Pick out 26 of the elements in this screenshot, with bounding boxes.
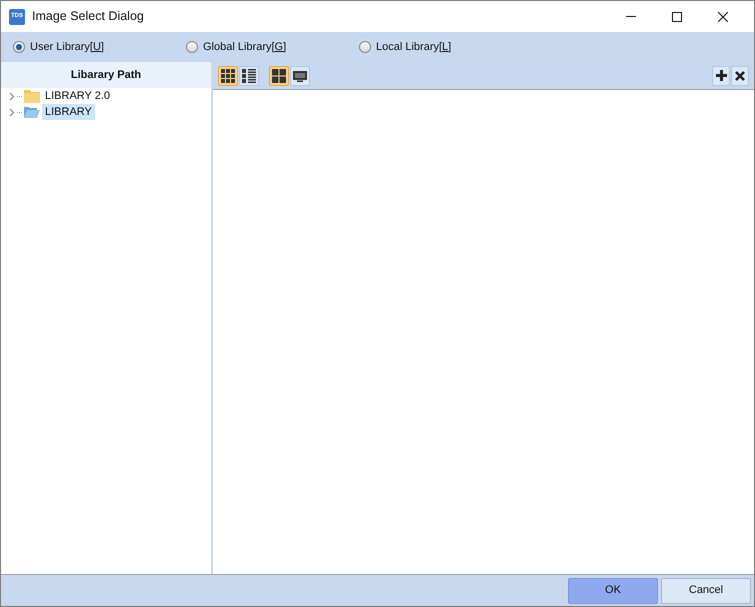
tiles-icon [272,68,286,82]
close-icon [718,12,728,22]
maximize-icon [672,12,682,22]
library-radio[interactable]: Local Library[L] [359,38,532,56]
tree-item[interactable]: LIBRARY [42,104,95,120]
folder-icon [24,105,40,119]
list-icon [242,68,256,82]
tree-item[interactable]: LIBRARY 2.0 [42,88,114,104]
view-toggle-button[interactable] [218,66,238,86]
plus-icon [716,70,726,81]
ok-button[interactable]: OK [568,578,658,604]
window-title: Image Select Dialog [32,8,144,26]
view-toggle-button[interactable] [239,66,259,86]
close-icon [735,70,745,80]
grid-icon [221,68,235,82]
view-toggle-button[interactable] [269,66,289,86]
library-radio[interactable]: User Library[U] [13,38,186,56]
cancel-button[interactable]: Cancel [661,578,751,604]
view-toggle-button[interactable] [290,66,310,86]
add-button[interactable] [712,66,730,86]
minimize-icon [626,16,636,17]
monitor-icon [293,70,307,82]
remove-button[interactable] [731,66,749,86]
folder-icon [24,89,40,103]
tree-header: Libarary Path [1,62,211,88]
library-radio[interactable]: Global Library[G] [186,38,359,56]
